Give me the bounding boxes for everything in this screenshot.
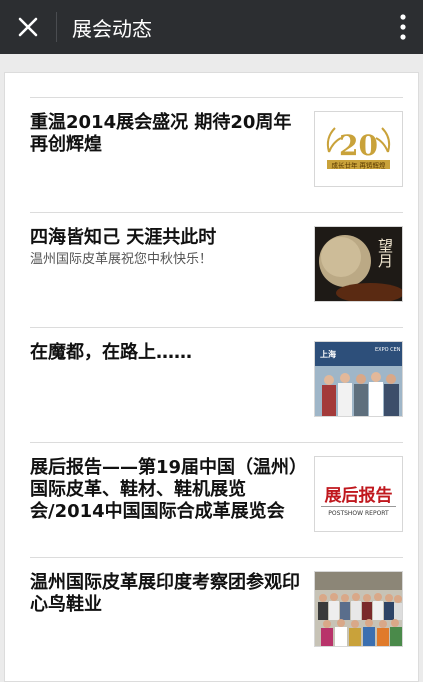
expo-group-photo: 上海 EXPO CEN: [315, 342, 402, 416]
postshow-report-image: 展后报告 POSTSHOW REPORT: [315, 457, 402, 531]
article-thumbnail: 上海 EXPO CEN: [314, 341, 403, 417]
thumb-report-caption: POSTSHOW REPORT: [328, 510, 389, 517]
thumb-number: 20: [339, 129, 378, 162]
more-vertical-icon: [400, 14, 406, 40]
thumb-sign-text: 上海: [320, 349, 336, 359]
list-item[interactable]: 四海皆知己 天涯共此时 温州国际皮革展祝您中秋快乐！ 望月: [30, 212, 403, 327]
article-text: 四海皆知己 天涯共此时 温州国际皮革展祝您中秋快乐！: [30, 227, 302, 269]
article-text: 展后报告——第19届中国（温州）国际皮革、鞋材、鞋机展览会/2014中国国际合成…: [30, 457, 302, 523]
thumb-report-title: 展后报告: [325, 485, 393, 506]
top-bar: 展会动态: [0, 0, 423, 54]
close-icon: [18, 17, 38, 37]
article-text: 重温2014展会盛况 期待20周年再创辉煌: [30, 112, 302, 156]
anniversary-logo-image: 20 成长廿年 再铸辉煌: [315, 112, 402, 186]
article-list-card: 重温2014展会盛况 期待20周年再创辉煌 20 成长廿年 再铸辉煌 四海皆知己…: [4, 72, 419, 682]
thumb-caption: 成长廿年 再铸辉煌: [331, 161, 386, 170]
article-title: 重温2014展会盛况 期待20周年再创辉煌: [30, 112, 292, 155]
list-item[interactable]: 重温2014展会盛况 期待20周年再创辉煌 20 成长廿年 再铸辉煌: [30, 97, 403, 212]
close-button[interactable]: [0, 0, 56, 54]
list-item[interactable]: 展后报告——第19届中国（温州）国际皮革、鞋材、鞋机展览会/2014中国国际合成…: [30, 442, 403, 557]
article-title: 展后报告——第19届中国（温州）国际皮革、鞋材、鞋机展览会/2014中国国际合成…: [30, 457, 299, 522]
article-thumbnail: [314, 571, 403, 647]
list-item[interactable]: 温州国际皮革展印度考察团参观印心鸟鞋业: [30, 557, 403, 672]
thumb-calligraphy: 望月: [376, 238, 394, 269]
article-text: 温州国际皮革展印度考察团参观印心鸟鞋业: [30, 572, 302, 616]
article-list: 重温2014展会盛况 期待20周年再创辉煌 20 成长廿年 再铸辉煌 四海皆知己…: [30, 97, 403, 672]
article-title: 四海皆知己 天涯共此时: [30, 227, 217, 248]
article-subtitle: 温州国际皮革展祝您中秋快乐！: [30, 252, 213, 267]
delegation-group-photo: [315, 572, 402, 646]
moon-image: 望月: [315, 227, 402, 301]
article-thumbnail: 20 成长廿年 再铸辉煌: [314, 111, 403, 187]
article-thumbnail: 望月: [314, 226, 403, 302]
article-text: 在魔都，在路上……: [30, 342, 302, 364]
more-button[interactable]: [383, 0, 423, 54]
list-item[interactable]: 在魔都，在路上…… 上海 EXPO CEN: [30, 327, 403, 442]
article-title: 温州国际皮革展印度考察团参观印心鸟鞋业: [30, 572, 300, 615]
thumb-sign-caption: EXPO CEN: [375, 347, 401, 353]
page-title: 展会动态: [72, 16, 152, 41]
header-divider: [56, 12, 57, 42]
article-title: 在魔都，在路上……: [30, 342, 192, 363]
article-thumbnail: 展后报告 POSTSHOW REPORT: [314, 456, 403, 532]
